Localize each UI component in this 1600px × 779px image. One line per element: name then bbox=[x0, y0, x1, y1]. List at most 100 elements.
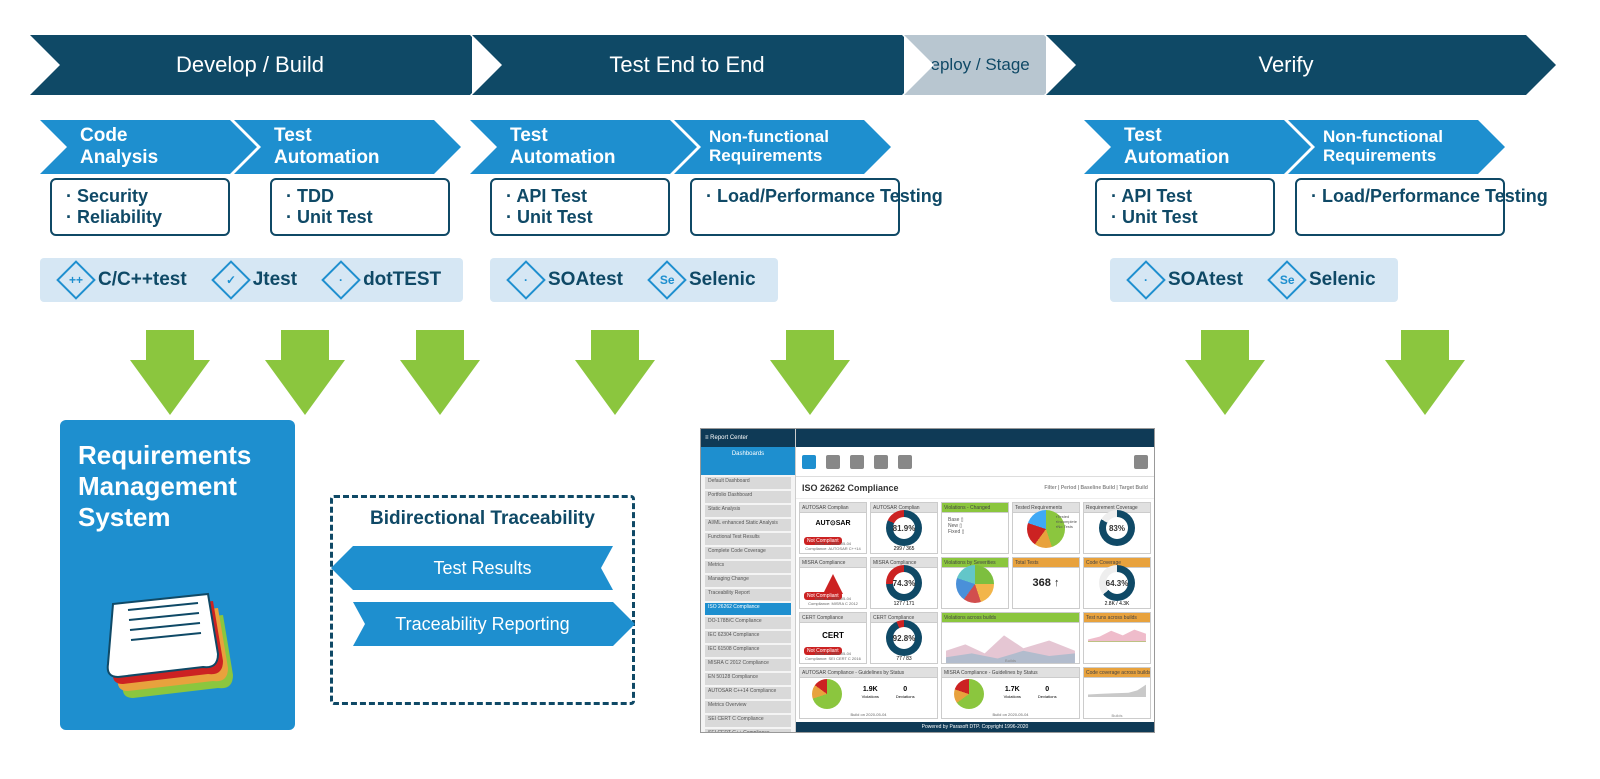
down-arrow-icon bbox=[1185, 360, 1265, 415]
sub-test-automation-2: Test Automation bbox=[470, 120, 670, 174]
sidebar-item: AI/ML enhanced Static Analysis bbox=[705, 519, 791, 531]
sidebar-item: Functional Test Results bbox=[705, 533, 791, 545]
sidebar-item: Static Analysis bbox=[705, 505, 791, 517]
widget-misra-donut: MISRA Compliance 74.3% 127 / 171 bbox=[870, 557, 938, 609]
tool-dottest: · dotTEST bbox=[317, 266, 451, 294]
toolbar-add-icon bbox=[802, 455, 816, 469]
bullets-load-2: · Load/Performance Testing bbox=[1295, 178, 1505, 236]
bullet-tdd: · TDD bbox=[286, 186, 434, 207]
tool-label: C/C++test bbox=[98, 269, 187, 291]
dashboard-toolbar bbox=[796, 447, 1154, 477]
phase-develop: Develop / Build bbox=[30, 35, 470, 95]
phase-label: Deploy / Stage bbox=[918, 56, 1030, 75]
arrow-test-results: Test Results bbox=[353, 546, 613, 590]
traceability-box: Bidirectional Traceability Test Results … bbox=[330, 495, 635, 705]
sub-test-automation-3: Test Automation bbox=[1084, 120, 1284, 174]
widget-code-cov-builds: Code coverage across builds Builds bbox=[1083, 667, 1151, 719]
phase-label: Test End to End bbox=[609, 52, 764, 78]
arrow-label: Traceability Reporting bbox=[395, 614, 569, 635]
tool-cpptest: ++ C/C++test bbox=[52, 266, 197, 294]
down-arrow-icon bbox=[130, 360, 210, 415]
sub-test-automation-1: Test Automation bbox=[234, 120, 434, 174]
sidebar-item: Metrics bbox=[705, 561, 791, 573]
bullet-api: · API Test bbox=[1111, 186, 1259, 207]
dashboard-title-row: ISO 26262 Compliance Filter | Period | B… bbox=[796, 477, 1154, 499]
sidebar-header-dashboards: Dashboards bbox=[701, 447, 795, 475]
widget-viol-sev: Violations by Severities bbox=[941, 557, 1009, 609]
widget-cert-donut: CERT Compliance 92.8% 77 / 83 bbox=[870, 612, 938, 664]
selenic-icon: Se bbox=[647, 260, 687, 300]
sidebar-item: ISO 26262 Compliance bbox=[705, 603, 791, 615]
bullets-load-1: · Load/Performance Testing bbox=[690, 178, 900, 236]
bullets-analysis: · Security · Reliability bbox=[50, 178, 230, 236]
dashboard-grid: AUTOSAR Complian AUT⊙SAR Not Compliant B… bbox=[796, 499, 1154, 722]
tool-jtest: ✓ Jtest bbox=[207, 266, 307, 294]
sub-label: Non-functional Requirements bbox=[1323, 128, 1458, 165]
dashboard-filters: Filter | Period | Baseline Build | Targe… bbox=[1044, 485, 1148, 491]
down-arrow-icon bbox=[1385, 360, 1465, 415]
documents-icon bbox=[103, 590, 253, 710]
bullet-security: · Security bbox=[66, 186, 214, 207]
widget-cert-label: CERT Compliance CERT Not Compliant Build… bbox=[799, 612, 867, 664]
sub-label: Test Automation bbox=[510, 125, 650, 169]
widget-autosar-guidelines: AUTOSAR Compliance - Guidelines by Statu… bbox=[799, 667, 938, 719]
tool-bar-verify: · SOAtest Se Selenic bbox=[1110, 258, 1398, 302]
down-arrow-icon bbox=[265, 360, 345, 415]
toolbar-addwidget-icon bbox=[898, 455, 912, 469]
bullet-unit: · Unit Test bbox=[286, 207, 434, 228]
arrow-traceability-reporting: Traceability Reporting bbox=[353, 602, 613, 646]
sidebar-item: IEC 62304 Compliance bbox=[705, 631, 791, 643]
soa-icon: · bbox=[506, 260, 546, 300]
selenic-icon: Se bbox=[1267, 260, 1307, 300]
bullet-unit: · Unit Test bbox=[506, 207, 654, 228]
arrow-label: Test Results bbox=[433, 558, 531, 579]
down-arrow-icon bbox=[770, 360, 850, 415]
sidebar-item: Default Dashboard bbox=[705, 477, 791, 489]
bullets-api-2: · API Test · Unit Test bbox=[1095, 178, 1275, 236]
dashboard-main: ISO 26262 Compliance Filter | Period | B… bbox=[796, 429, 1154, 732]
jtest-icon: ✓ bbox=[211, 260, 251, 300]
sidebar-item: MISRA C 2012 Compliance bbox=[705, 659, 791, 671]
sub-nonfunctional-1: Non-functional Requirements bbox=[674, 120, 864, 174]
tool-label: dotTEST bbox=[363, 269, 441, 291]
widget-misra-label: MISRA Compliance Not Compliant Build on … bbox=[799, 557, 867, 609]
tool-soatest-1: · SOAtest bbox=[502, 266, 633, 294]
widget-autosar-donut: AUTOSAR Complian 81.9% 299 / 365 bbox=[870, 502, 938, 554]
tool-label: SOAtest bbox=[548, 269, 623, 291]
tool-label: Selenic bbox=[1309, 269, 1376, 291]
widget-autosar-label: AUTOSAR Complian AUT⊙SAR Not Compliant B… bbox=[799, 502, 867, 554]
phase-verify: Verify bbox=[1046, 35, 1526, 95]
tool-bar-test: · SOAtest Se Selenic bbox=[490, 258, 778, 302]
toolbar-delete-icon bbox=[1134, 455, 1148, 469]
widget-misra-guidelines: MISRA Compliance - Guidelines by Status … bbox=[941, 667, 1080, 719]
requirements-box: Requirements Management System bbox=[60, 420, 295, 730]
sub-label: Code Analysis bbox=[80, 125, 210, 169]
sub-nonfunctional-2: Non-functional Requirements bbox=[1288, 120, 1478, 174]
tool-selenic-1: Se Selenic bbox=[643, 266, 766, 294]
sidebar-item: SEI CERT C Compliance bbox=[705, 715, 791, 727]
dashboard-title: ISO 26262 Compliance bbox=[802, 483, 899, 493]
bullet-load: · Load/Performance Testing bbox=[1311, 186, 1489, 207]
sidebar-item: Metrics Overview bbox=[705, 701, 791, 713]
bullet-reliability: · Reliability bbox=[66, 207, 214, 228]
sub-label: Test Automation bbox=[1124, 125, 1264, 169]
sub-code-analysis: Code Analysis bbox=[40, 120, 230, 174]
sidebar-item: EN 50128 Compliance bbox=[705, 673, 791, 685]
toolbar-share-icon bbox=[826, 455, 840, 469]
down-arrow-icon bbox=[575, 360, 655, 415]
sidebar-item: Portfolio Dashboard bbox=[705, 491, 791, 503]
bullets-api-1: · API Test · Unit Test bbox=[490, 178, 670, 236]
dottest-icon: · bbox=[321, 260, 361, 300]
traceability-title: Bidirectional Traceability bbox=[370, 508, 595, 530]
sidebar-item: Complete Code Coverage bbox=[705, 547, 791, 559]
sidebar-item: Managing Change bbox=[705, 575, 791, 587]
widget-test-runs-builds: Test runs across builds bbox=[1083, 612, 1151, 664]
widget-total-tests: Total Tests 368 ↑ bbox=[1012, 557, 1080, 609]
sidebar-item: SEI CERT C++ Compliance bbox=[705, 729, 791, 733]
sidebar-item: AUTOSAR C++14 Compliance bbox=[705, 687, 791, 699]
tool-label: SOAtest bbox=[1168, 269, 1243, 291]
widget-viol-builds: Violations across builds Builds bbox=[941, 612, 1080, 664]
phase-label: Develop / Build bbox=[176, 52, 324, 78]
dashboard-footer: Powered by Parasoft DTP. Copyright 1996-… bbox=[796, 722, 1154, 732]
phase-test: Test End to End bbox=[472, 35, 902, 95]
